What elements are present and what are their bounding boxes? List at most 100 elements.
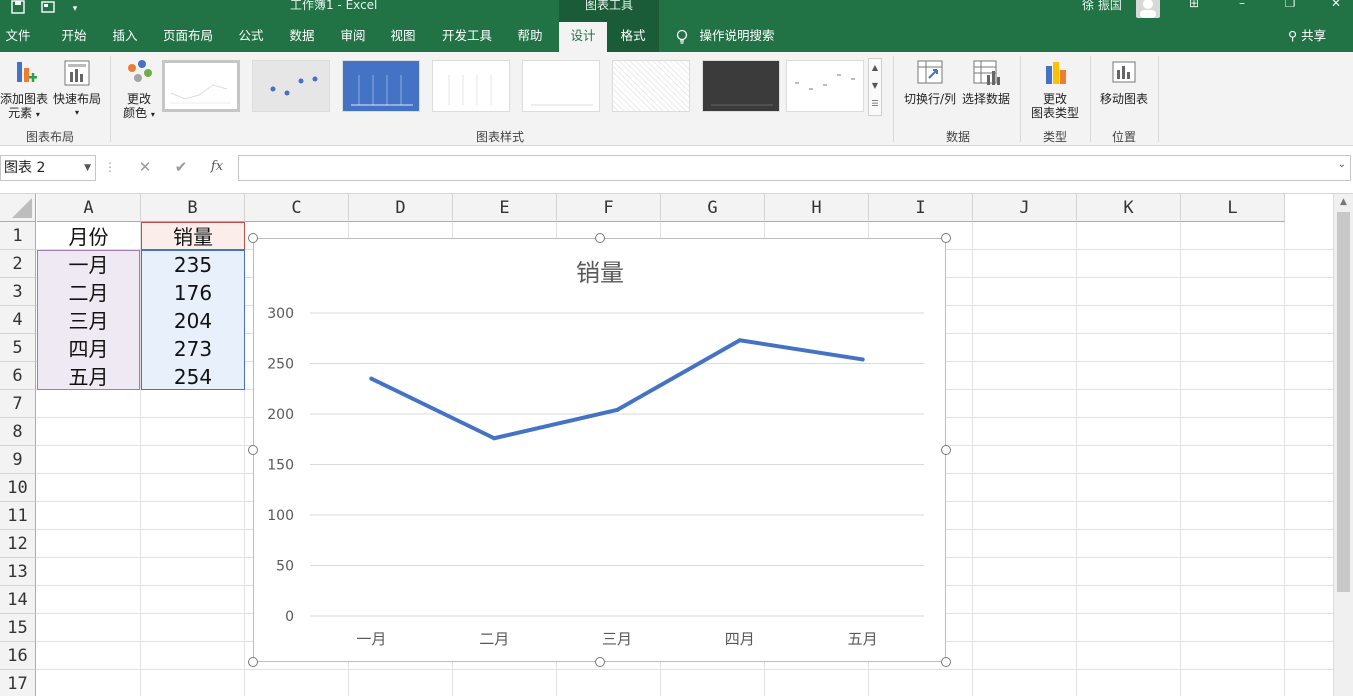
chart-style-5[interactable] (522, 60, 600, 112)
scrollbar-thumb[interactable] (1337, 212, 1350, 592)
tell-me-search[interactable]: 操作说明搜索 (694, 22, 780, 52)
column-header-J[interactable]: J (973, 194, 1077, 222)
chart-resize-handle[interactable] (594, 657, 605, 667)
column-header-L[interactable]: L (1181, 194, 1285, 222)
name-box-dropdown-icon[interactable]: ▼ (84, 156, 91, 180)
column-header-F[interactable]: F (557, 194, 661, 222)
cell-A4[interactable]: 三月 (37, 307, 140, 335)
chart-style-6[interactable] (612, 60, 690, 112)
row-header-10[interactable]: 10 (0, 474, 36, 502)
column-header-K[interactable]: K (1077, 194, 1181, 222)
column-header-B[interactable]: B (141, 194, 245, 222)
enter-icon[interactable]: ✔ (170, 155, 192, 181)
change-colors-button[interactable]: 更改 颜色 ▾ (116, 58, 162, 122)
row-header-6[interactable]: 6 (0, 362, 36, 390)
avatar[interactable] (1136, 0, 1160, 18)
tab-format[interactable]: 格式 (607, 22, 659, 52)
insert-function-icon[interactable]: fx (206, 155, 228, 181)
row-header-9[interactable]: 9 (0, 446, 36, 474)
column-header-A[interactable]: A (37, 194, 141, 222)
cell-B4[interactable]: 204 (141, 307, 245, 335)
expand-formula-bar-icon[interactable]: ⌄ (1338, 159, 1346, 170)
tab-home[interactable]: 开始 (52, 22, 96, 52)
share-button[interactable]: ⚲ 共享 (1288, 22, 1326, 52)
ribbon-display-options-icon[interactable]: ⊞ (1184, 0, 1204, 10)
row-header-11[interactable]: 11 (0, 502, 36, 530)
chart-resize-handle[interactable] (248, 445, 258, 455)
user-name[interactable]: 徐 振国 (1082, 0, 1122, 13)
restore-icon[interactable]: ❐ (1280, 0, 1300, 10)
column-header-H[interactable]: H (765, 194, 869, 222)
customize-quick-access-icon[interactable]: ▾ (68, 0, 82, 22)
cell-A2[interactable]: 一月 (37, 251, 140, 279)
close-icon[interactable]: ✕ (1326, 0, 1346, 10)
formula-input[interactable]: ⌄ (238, 155, 1351, 181)
gallery-scroll-up-icon[interactable]: ▲ (869, 59, 881, 77)
tab-developer[interactable]: 开发工具 (432, 22, 502, 52)
row-header-8[interactable]: 8 (0, 418, 36, 446)
tab-formulas[interactable]: 公式 (230, 22, 272, 52)
chart-style-2[interactable] (252, 60, 330, 112)
row-header-7[interactable]: 7 (0, 390, 36, 418)
chart-resize-handle[interactable] (248, 233, 258, 243)
row-header-17[interactable]: 17 (0, 670, 36, 696)
chart-resize-handle[interactable] (594, 233, 605, 243)
gallery-more-icon[interactable]: ☰ (869, 95, 881, 113)
column-header-D[interactable]: D (349, 194, 453, 222)
column-header-C[interactable]: C (245, 194, 349, 222)
row-header-1[interactable]: 1 (0, 222, 36, 250)
select-all-corner[interactable] (0, 194, 36, 222)
column-header-G[interactable]: G (661, 194, 765, 222)
tab-help[interactable]: 帮助 (508, 22, 552, 52)
row-header-2[interactable]: 2 (0, 250, 36, 278)
series-line[interactable] (369, 338, 865, 441)
cell-B6[interactable]: 254 (141, 363, 245, 391)
add-chart-element-button[interactable]: 添加图表 元素 ▾ (0, 58, 48, 122)
vertical-scrollbar[interactable]: ▲ (1333, 194, 1353, 696)
row-header-13[interactable]: 13 (0, 558, 36, 586)
cell-B5[interactable]: 273 (141, 335, 245, 363)
save-icon[interactable] (8, 0, 28, 22)
cell-A6[interactable]: 五月 (37, 363, 140, 391)
row-header-12[interactable]: 12 (0, 530, 36, 558)
chart-resize-handle[interactable] (941, 445, 951, 455)
row-header-3[interactable]: 3 (0, 278, 36, 306)
chart-style-1[interactable] (162, 60, 240, 112)
column-header-E[interactable]: E (453, 194, 557, 222)
switch-row-column-button[interactable]: 切换行/列 (902, 58, 958, 106)
tab-insert[interactable]: 插入 (104, 22, 146, 52)
cell-B3[interactable]: 176 (141, 279, 245, 307)
gallery-scroll-control[interactable]: ▲ ▼ ☰ (868, 58, 882, 116)
cell-A1[interactable]: 月份 (37, 223, 140, 251)
cell-A5[interactable]: 四月 (37, 335, 140, 363)
chart-style-8[interactable] (786, 60, 864, 112)
quick-layout-button[interactable]: 快速布局 ▾ (52, 58, 102, 120)
row-header-14[interactable]: 14 (0, 586, 36, 614)
cell-B1[interactable]: 销量 (141, 223, 245, 251)
row-header-5[interactable]: 5 (0, 334, 36, 362)
scroll-up-icon[interactable]: ▲ (1334, 194, 1353, 210)
chart-title[interactable]: 销量 (576, 259, 624, 287)
formula-bar-grip-icon[interactable]: ⋮ (104, 155, 116, 181)
cell-B2[interactable]: 235 (141, 251, 245, 279)
chart-resize-handle[interactable] (941, 657, 951, 667)
tab-design[interactable]: 设计 (559, 22, 607, 52)
minimize-icon[interactable]: – (1232, 0, 1252, 10)
chart-style-3[interactable] (342, 60, 420, 112)
column-header-I[interactable]: I (869, 194, 973, 222)
chart-resize-handle[interactable] (248, 657, 258, 667)
chart-style-4[interactable] (432, 60, 510, 112)
row-header-15[interactable]: 15 (0, 614, 36, 642)
touch-mode-icon[interactable] (38, 0, 58, 22)
name-box[interactable]: 图表 2 ▼ (0, 155, 96, 181)
tab-review[interactable]: 审阅 (332, 22, 374, 52)
tab-view[interactable]: 视图 (382, 22, 424, 52)
change-chart-type-button[interactable]: 更改 图表类型 (1028, 58, 1082, 120)
tab-page-layout[interactable]: 页面布局 (154, 22, 222, 52)
row-header-16[interactable]: 16 (0, 642, 36, 670)
tab-file[interactable]: 文件 (0, 22, 36, 52)
line-chart[interactable]: 销量 300 250 200 150 100 50 0 一月 二月 三月 四月 五月 (253, 238, 946, 662)
row-header-4[interactable]: 4 (0, 306, 36, 334)
gallery-scroll-down-icon[interactable]: ▼ (869, 77, 881, 95)
tab-data[interactable]: 数据 (280, 22, 324, 52)
